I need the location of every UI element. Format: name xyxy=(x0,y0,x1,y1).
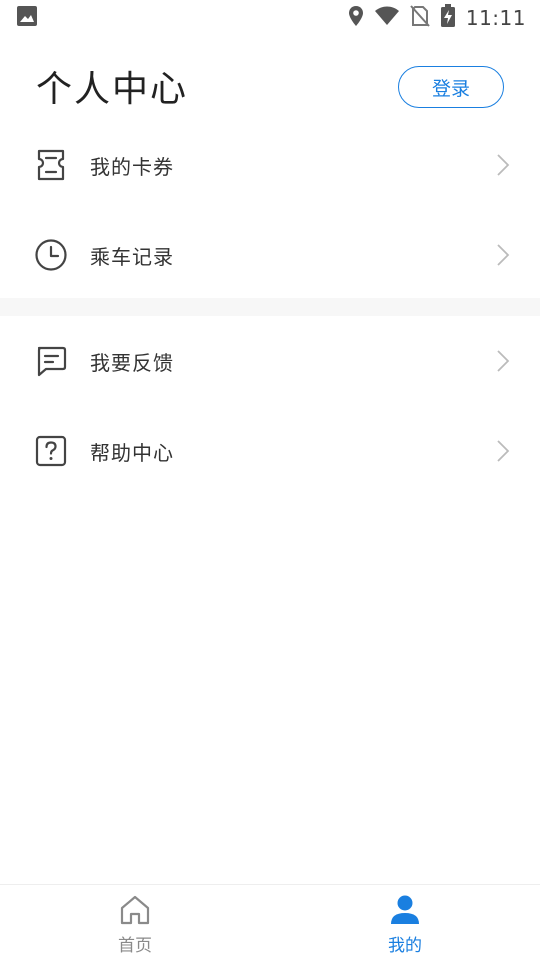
no-sim-icon xyxy=(410,5,430,31)
bottom-tab-bar: 首页 我的 xyxy=(0,884,540,960)
menu-label: 帮助中心 xyxy=(90,440,174,465)
home-icon xyxy=(118,893,152,927)
ticket-icon xyxy=(34,148,68,182)
header: 个人中心 登录 xyxy=(0,54,540,118)
login-button[interactable]: 登录 xyxy=(398,66,504,108)
chevron-right-icon xyxy=(496,440,510,462)
menu-item-ride-records[interactable]: 乘车记录 xyxy=(0,210,540,300)
chevron-right-icon xyxy=(496,244,510,266)
status-icons: 11:11 xyxy=(348,4,526,32)
feedback-icon xyxy=(34,344,68,378)
menu-group-support: 我要反馈 帮助中心 xyxy=(0,316,540,496)
menu-label: 我的卡券 xyxy=(90,154,174,179)
menu-item-coupons[interactable]: 我的卡券 xyxy=(0,120,540,210)
tab-label: 首页 xyxy=(118,936,152,956)
tab-home[interactable]: 首页 xyxy=(0,885,270,961)
chevron-right-icon xyxy=(496,350,510,372)
section-divider xyxy=(0,298,540,316)
tab-label: 我的 xyxy=(388,936,422,956)
person-icon xyxy=(388,893,422,927)
menu-group-account: 我的卡券 乘车记录 xyxy=(0,120,540,300)
menu-item-help[interactable]: 帮助中心 xyxy=(0,406,540,496)
tab-mine[interactable]: 我的 xyxy=(270,885,540,961)
image-icon xyxy=(16,5,38,31)
clock-icon xyxy=(34,238,68,272)
chevron-right-icon xyxy=(496,154,510,176)
menu-label: 乘车记录 xyxy=(90,244,174,269)
battery-charging-icon xyxy=(440,4,456,32)
wifi-icon xyxy=(374,6,400,30)
status-time: 11:11 xyxy=(465,6,526,30)
menu-label: 我要反馈 xyxy=(90,350,174,375)
help-icon xyxy=(34,434,68,468)
menu-item-feedback[interactable]: 我要反馈 xyxy=(0,316,540,406)
page-title: 个人中心 xyxy=(36,69,189,110)
status-bar: 11:11 xyxy=(0,0,540,36)
location-icon xyxy=(348,5,364,31)
